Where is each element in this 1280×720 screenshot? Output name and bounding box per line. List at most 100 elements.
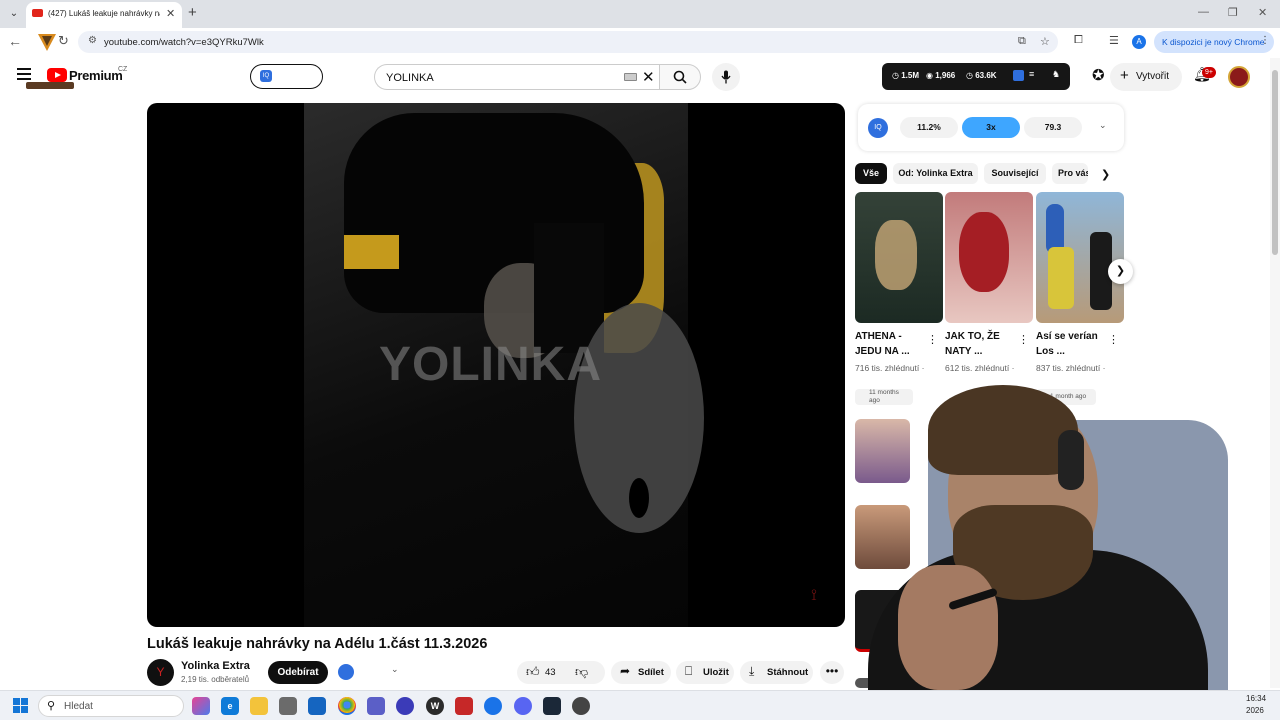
app-icon[interactable]: W	[426, 697, 444, 715]
thumbs-up-icon[interactable]: 👍︎	[526, 664, 540, 680]
browser-tab[interactable]: (427) Lukáš leakuje nahrávky na Adélu 1.…	[26, 2, 182, 28]
iq-icon[interactable]	[338, 664, 354, 680]
search-input[interactable]: YOLINKA ✕	[374, 64, 659, 90]
user-avatar[interactable]	[1228, 66, 1250, 88]
youtube-favicon-icon	[32, 9, 43, 17]
bookmark-icon: ⎕	[685, 664, 693, 678]
windows-start-icon[interactable]	[13, 698, 29, 714]
short-thumbnail[interactable]	[1036, 192, 1124, 323]
short-views: 716 tis. zhlédnutí ·	[855, 363, 925, 373]
iq-segment[interactable]: 11.2%	[900, 117, 958, 138]
windows-taskbar: ⚲ Hledat e W 16:34 2026	[0, 690, 1280, 720]
taskbar-search-input[interactable]: ⚲ Hledat	[38, 695, 184, 717]
kebab-menu-icon[interactable]: ⋮	[1108, 333, 1119, 346]
clock-date[interactable]: 2026	[1246, 706, 1264, 715]
download-button[interactable]: ⤓ Stáhnout	[740, 661, 813, 684]
chip-all[interactable]: Vše	[855, 163, 887, 184]
short-thumbnail-art	[959, 212, 1009, 292]
search-value[interactable]: YOLINKA	[386, 72, 434, 84]
more-actions-icon[interactable]: •••	[820, 661, 844, 684]
tab-list-chevron-icon[interactable]: ⌄	[6, 6, 22, 22]
thumbs-down-icon[interactable]: 👎︎	[575, 664, 588, 680]
extension-puzzle-icon[interactable]: ✪	[1092, 66, 1105, 84]
app-icon[interactable]	[484, 697, 502, 715]
site-info-icon[interactable]: ⚙	[88, 35, 97, 46]
iq-segment[interactable]: 79.3	[1024, 117, 1082, 138]
voice-search-button[interactable]	[712, 63, 740, 91]
iq-extension-button[interactable]: IQ	[250, 64, 323, 89]
file-explorer-icon[interactable]	[250, 697, 268, 715]
chip-related[interactable]: Související	[984, 163, 1046, 184]
video-scene-shape	[629, 478, 649, 518]
close-window-icon[interactable]: ✕	[1258, 6, 1267, 19]
kebab-menu-icon[interactable]: ⋮	[1018, 333, 1029, 346]
chevron-down-icon[interactable]: ⌄	[1099, 120, 1107, 131]
keyboard-icon[interactable]	[624, 73, 637, 81]
short-thumbnail-art	[1048, 247, 1074, 309]
share-button[interactable]: ➦ Sdílet	[611, 661, 671, 684]
clock-time[interactable]: 16:34	[1246, 694, 1266, 703]
channel-avatar[interactable]: Y	[147, 659, 174, 686]
media-controls-icon[interactable]: ☰	[1109, 34, 1119, 47]
discord-icon[interactable]	[514, 697, 532, 715]
search-button[interactable]	[659, 64, 701, 90]
chevron-right-icon[interactable]: ❯	[1101, 168, 1110, 181]
bookmark-star-icon[interactable]: ☆	[1040, 35, 1050, 48]
teams-icon[interactable]	[367, 697, 385, 715]
app-icon[interactable]	[572, 697, 590, 715]
browser-tab-strip: ⌄ (427) Lukáš leakuje nahrávky na Adélu …	[0, 0, 1280, 28]
iq-icon: IQ	[260, 70, 272, 82]
kebab-menu-icon[interactable]: ⋮	[927, 333, 938, 346]
kebab-menu-icon[interactable]: ⋮	[1260, 35, 1270, 46]
edge-icon[interactable]: e	[221, 697, 239, 715]
shorts-next-chevron-icon[interactable]: ❯	[1108, 259, 1133, 284]
profile-avatar[interactable]: A	[1132, 35, 1146, 49]
minimize-icon[interactable]: —	[1198, 6, 1209, 18]
notification-badge: 9+	[1202, 67, 1216, 78]
chrome-icon[interactable]	[338, 697, 356, 715]
chip-from-channel[interactable]: Od: Yolinka Extra	[893, 163, 978, 184]
reload-icon[interactable]: ↻	[58, 33, 69, 49]
video-player[interactable]: YOLINKA ⟟	[147, 103, 845, 627]
extension-logo-icon[interactable]	[36, 31, 58, 53]
short-title[interactable]: ATHENA - JEDU NA ...	[855, 329, 927, 359]
tab-close-icon[interactable]: ✕	[166, 7, 175, 20]
short-thumbnail[interactable]	[945, 192, 1033, 323]
chevron-down-icon[interactable]: ⌄	[391, 664, 399, 675]
extensions-puzzle-icon[interactable]: ⧠	[1074, 34, 1083, 47]
back-arrow-icon[interactable]: ←	[8, 33, 22, 49]
short-thumbnail[interactable]	[855, 192, 943, 323]
chip-for-you[interactable]: Pro vás	[1052, 163, 1088, 184]
save-button[interactable]: ⎕ Uložit	[676, 661, 734, 684]
short-title[interactable]: JAK TO, ŽE NATY ...	[945, 329, 1017, 359]
channel-stats-widget[interactable]: ◷ 1.5M ◉ 1,966 ◷ 63.6K ≡ ♞	[882, 63, 1070, 90]
update-chrome-button[interactable]: K dispozici je nový Chrome ⋮	[1154, 31, 1274, 53]
fox-icon: ♞	[1052, 69, 1061, 79]
copilot-icon[interactable]	[192, 697, 210, 715]
create-button[interactable]: + Vytvořit	[1110, 63, 1182, 91]
like-count[interactable]: 43	[545, 667, 556, 678]
outlook-icon[interactable]	[308, 697, 326, 715]
short-title[interactable]: Así se verían Los ...	[1036, 329, 1108, 359]
store-icon[interactable]	[279, 697, 297, 715]
logo-text[interactable]: Premium	[69, 68, 123, 83]
url-text[interactable]: youtube.com/watch?v=e3QYRku7Wlk	[104, 37, 264, 48]
maximize-icon[interactable]: ❐	[1228, 6, 1238, 19]
iq-stats-bar: IQ 11.2% 3x 79.3 ⌄	[858, 104, 1124, 151]
app-icon[interactable]	[396, 697, 414, 715]
steam-icon[interactable]	[543, 697, 561, 715]
address-bar[interactable]: ⚙ youtube.com/watch?v=e3QYRku7Wlk ⧉ ☆	[78, 31, 1058, 53]
hamburger-menu-icon[interactable]	[17, 68, 31, 80]
short-thumbnail-art	[875, 220, 917, 290]
clear-search-icon[interactable]: ✕	[642, 68, 655, 86]
channel-watermark-icon: ⟟	[811, 587, 817, 604]
iq-segment[interactable]: 3x	[962, 117, 1020, 138]
scrollbar-thumb[interactable]	[1272, 70, 1278, 255]
new-tab-icon[interactable]: +	[188, 4, 197, 21]
webcam-overlay	[868, 380, 1228, 690]
app-icon[interactable]	[455, 697, 473, 715]
channel-name[interactable]: Yolinka Extra	[181, 660, 250, 672]
subscribe-button[interactable]: Odebírat	[268, 661, 328, 684]
install-app-icon[interactable]: ⧉	[1018, 35, 1026, 48]
youtube-logo-icon[interactable]	[47, 68, 67, 82]
